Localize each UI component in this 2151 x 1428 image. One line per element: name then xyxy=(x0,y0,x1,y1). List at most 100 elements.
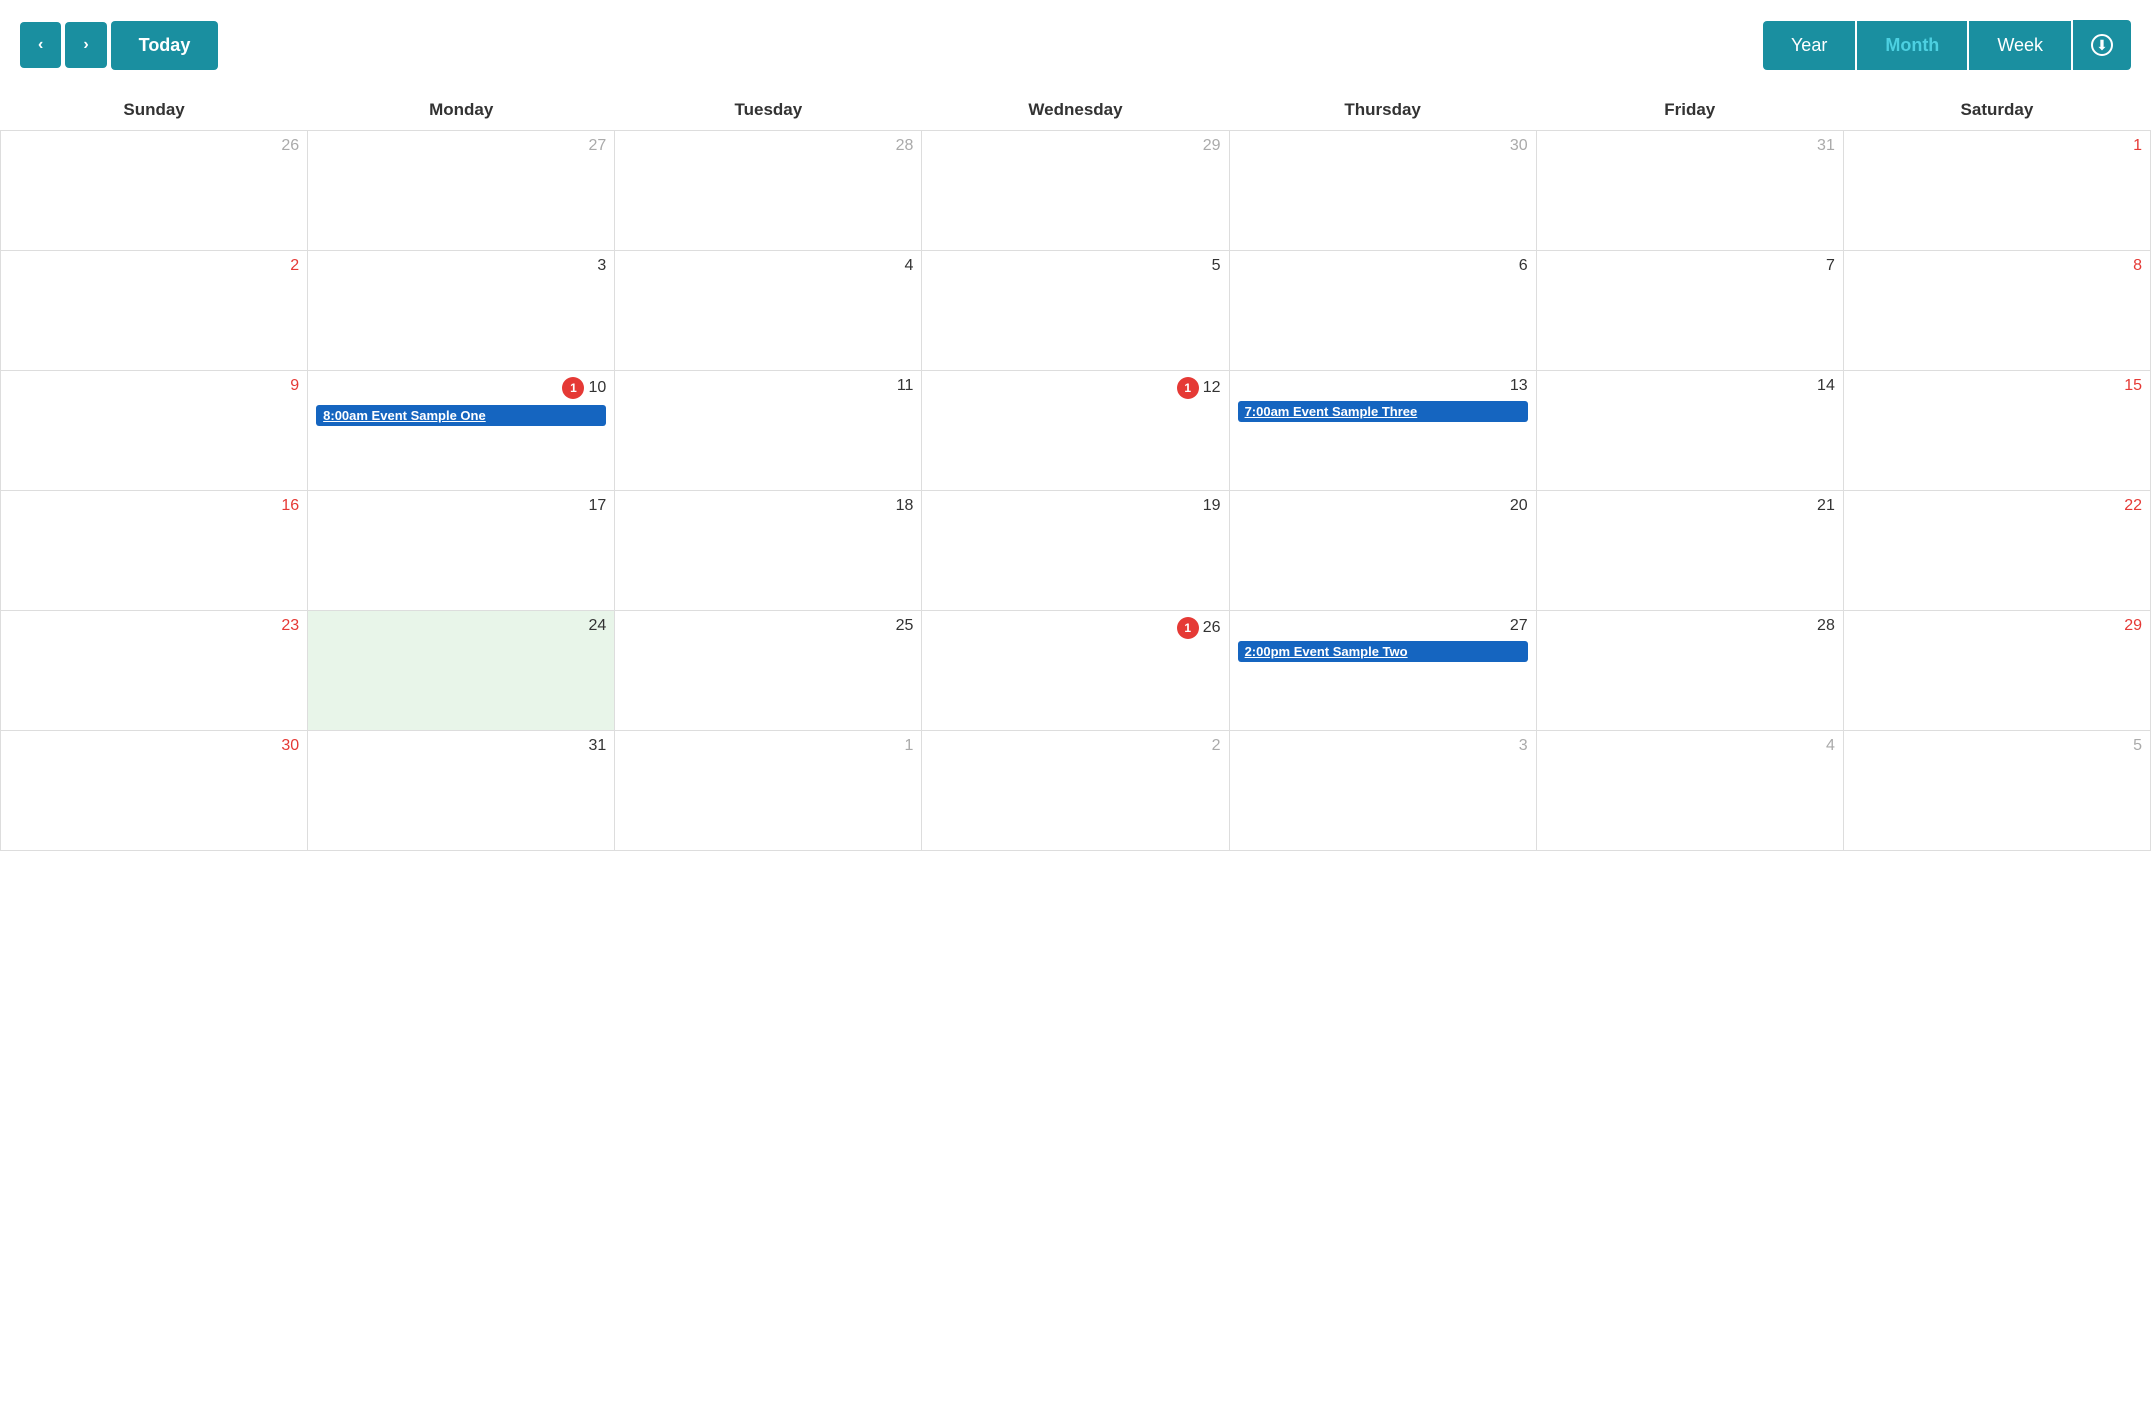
calendar-cell[interactable]: 29 xyxy=(922,131,1229,251)
date-row: 110 xyxy=(316,377,606,399)
calendar-cell[interactable]: 2 xyxy=(922,731,1229,851)
cell-inner: 14 xyxy=(1545,377,1835,484)
calendar-cell[interactable]: 3 xyxy=(308,251,615,371)
calendar-cell[interactable]: 1 xyxy=(1843,131,2150,251)
cell-inner: 28 xyxy=(1545,617,1835,724)
calendar-cell[interactable]: 14 xyxy=(1536,371,1843,491)
calendar-cell[interactable]: 28 xyxy=(615,131,922,251)
date-number: 31 xyxy=(588,737,606,755)
calendar-cell[interactable]: 21 xyxy=(1536,491,1843,611)
calendar-cell[interactable]: 27 2:00pm Event Sample Two xyxy=(1229,611,1536,731)
header-sunday: Sunday xyxy=(1,90,308,131)
calendar-cell[interactable]: 7 xyxy=(1536,251,1843,371)
cell-inner: 17 xyxy=(316,497,606,604)
cell-inner: 27 2:00pm Event Sample Two xyxy=(1238,617,1528,724)
cell-inner: 25 xyxy=(623,617,913,724)
event-pill[interactable]: 8:00am Event Sample One xyxy=(316,405,606,426)
calendar-cell[interactable]: 27 xyxy=(308,131,615,251)
date-number: 26 xyxy=(1203,619,1221,637)
event-pill[interactable]: 2:00pm Event Sample Two xyxy=(1238,641,1528,662)
calendar-cell[interactable]: 22 xyxy=(1843,491,2150,611)
date-number: 31 xyxy=(1817,137,1835,155)
date-row: 21 xyxy=(1545,497,1835,515)
calendar-cell[interactable]: 26 xyxy=(1,131,308,251)
calendar-cell[interactable]: 5 xyxy=(922,251,1229,371)
year-view-button[interactable]: Year xyxy=(1763,21,1855,70)
date-row: 4 xyxy=(623,257,913,275)
cell-inner: 1 xyxy=(1852,137,2142,244)
date-row: 11 xyxy=(623,377,913,395)
calendar-cell[interactable]: 31 xyxy=(1536,131,1843,251)
calendar-cell[interactable]: 23 xyxy=(1,611,308,731)
header-saturday: Saturday xyxy=(1843,90,2150,131)
calendar-cell[interactable]: 19 xyxy=(922,491,1229,611)
header-friday: Friday xyxy=(1536,90,1843,131)
calendar-cell[interactable]: 1 xyxy=(615,731,922,851)
calendar-cell[interactable]: 126 xyxy=(922,611,1229,731)
calendar-cell[interactable]: 28 xyxy=(1536,611,1843,731)
cell-inner: 3 xyxy=(1238,737,1528,844)
calendar-cell[interactable]: 4 xyxy=(1536,731,1843,851)
date-row: 13 xyxy=(1238,377,1528,395)
date-row: 30 xyxy=(1238,137,1528,155)
header-monday: Monday xyxy=(308,90,615,131)
calendar-cell[interactable]: 110 8:00am Event Sample One xyxy=(308,371,615,491)
week-view-button[interactable]: Week xyxy=(1969,21,2071,70)
date-number: 26 xyxy=(281,137,299,155)
cell-inner: 110 8:00am Event Sample One xyxy=(316,377,606,484)
date-number: 23 xyxy=(281,617,299,635)
date-row: 1 xyxy=(623,737,913,755)
prev-button[interactable]: ‹ xyxy=(20,22,61,68)
cell-inner: 4 xyxy=(1545,737,1835,844)
date-number: 13 xyxy=(1510,377,1528,395)
cell-inner: 2 xyxy=(930,737,1220,844)
cell-inner: 31 xyxy=(1545,137,1835,244)
cell-inner: 30 xyxy=(1238,137,1528,244)
date-row: 20 xyxy=(1238,497,1528,515)
calendar-cell[interactable]: 3 xyxy=(1229,731,1536,851)
download-icon: ⬇ xyxy=(2091,34,2113,56)
cell-inner: 21 xyxy=(1545,497,1835,604)
cell-inner: 8 xyxy=(1852,257,2142,364)
calendar-cell[interactable]: 11 xyxy=(615,371,922,491)
calendar-week-row: 23 2425126 27 2:00pm Event Sample Two 2829 xyxy=(1,611,2151,731)
header-thursday: Thursday xyxy=(1229,90,1536,131)
calendar-cell[interactable]: 17 xyxy=(308,491,615,611)
calendar-cell[interactable]: 30 xyxy=(1229,131,1536,251)
calendar-cell[interactable]: 112 xyxy=(922,371,1229,491)
calendar-cell[interactable]: 4 xyxy=(615,251,922,371)
event-pill[interactable]: 7:00am Event Sample Three xyxy=(1238,401,1528,422)
date-number: 30 xyxy=(1510,137,1528,155)
date-number: 21 xyxy=(1817,497,1835,515)
cell-inner: 29 xyxy=(1852,617,2142,724)
toolbar-right: Year Month Week ⬇ xyxy=(1763,20,2131,70)
calendar-cell[interactable]: 25 xyxy=(615,611,922,731)
calendar-cell[interactable]: 8 xyxy=(1843,251,2150,371)
calendar-cell[interactable]: 31 xyxy=(308,731,615,851)
next-button[interactable]: › xyxy=(65,22,106,68)
date-row: 27 xyxy=(1238,617,1528,635)
calendar-cell[interactable]: 5 xyxy=(1843,731,2150,851)
date-row: 29 xyxy=(930,137,1220,155)
date-row: 112 xyxy=(930,377,1220,399)
calendar-cell[interactable]: 2 xyxy=(1,251,308,371)
calendar-cell[interactable]: 16 xyxy=(1,491,308,611)
calendar-cell[interactable]: 9 xyxy=(1,371,308,491)
download-button[interactable]: ⬇ xyxy=(2073,20,2131,70)
date-row: 4 xyxy=(1545,737,1835,755)
calendar-cell[interactable]: 18 xyxy=(615,491,922,611)
calendar-cell[interactable]: 20 xyxy=(1229,491,1536,611)
calendar-cell[interactable]: 13 7:00am Event Sample Three xyxy=(1229,371,1536,491)
calendar-cell[interactable]: 29 xyxy=(1843,611,2150,731)
calendar-cell[interactable]: 15 xyxy=(1843,371,2150,491)
cell-inner: 15 xyxy=(1852,377,2142,484)
today-button[interactable]: Today xyxy=(111,21,219,70)
date-row: 2 xyxy=(9,257,299,275)
cell-inner: 24 xyxy=(316,617,606,724)
calendar-cell[interactable]: 30 xyxy=(1,731,308,851)
date-row: 3 xyxy=(316,257,606,275)
calendar-cell[interactable]: 6 xyxy=(1229,251,1536,371)
month-view-button[interactable]: Month xyxy=(1857,21,1967,70)
calendar-cell[interactable]: 24 xyxy=(308,611,615,731)
toolbar-left: ‹ › Today xyxy=(20,21,218,70)
